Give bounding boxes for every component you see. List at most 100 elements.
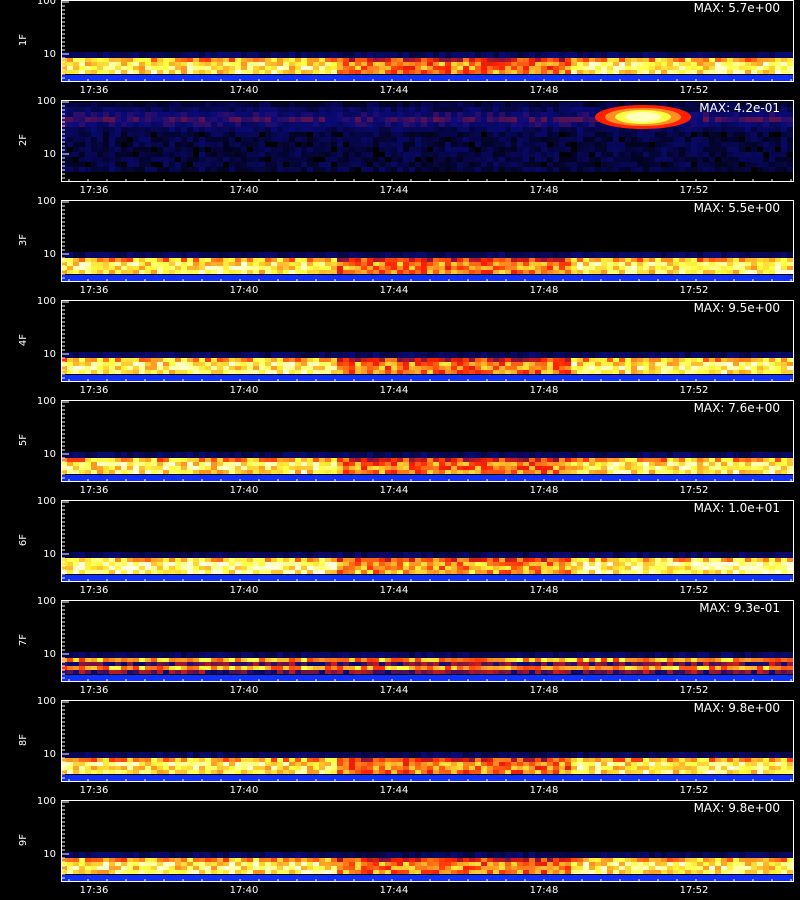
heat-cell	[493, 167, 499, 172]
heat-cell	[751, 58, 757, 62]
heat-cell	[559, 62, 565, 66]
heat-cell	[541, 466, 547, 470]
heat-cell	[649, 66, 655, 70]
heat-cell	[427, 266, 433, 270]
heat-cell	[607, 142, 613, 147]
heat-cell	[655, 358, 661, 362]
heat-cell	[169, 358, 175, 362]
heat-cell	[295, 258, 301, 262]
heat-cell	[433, 70, 439, 74]
heat-cell	[631, 58, 637, 62]
heat-cell	[427, 137, 433, 142]
heat-cell	[151, 137, 157, 142]
heat-cell	[499, 366, 505, 370]
heat-cell	[235, 566, 241, 570]
heat-cell	[139, 452, 145, 458]
heat-cell	[223, 62, 229, 66]
heat-cell	[601, 458, 607, 462]
heat-cell	[469, 132, 475, 137]
heat-cell	[415, 570, 421, 574]
heat-cell	[649, 70, 655, 74]
heat-cell	[697, 262, 703, 266]
heat-cell	[127, 117, 133, 122]
heat-cell	[103, 66, 109, 70]
heat-cell	[553, 127, 559, 132]
heat-cell	[313, 162, 319, 167]
heat-cell	[793, 452, 794, 458]
heat-cell	[223, 466, 229, 470]
heat-cell	[253, 452, 259, 458]
heat-cell	[499, 102, 505, 107]
heat-cell	[271, 112, 277, 117]
heat-cell	[241, 70, 247, 74]
heat-cell	[757, 452, 763, 458]
heat-cell	[253, 102, 259, 107]
heat-cell	[169, 366, 175, 370]
heat-cell	[67, 470, 73, 474]
heat-cell	[529, 62, 535, 66]
heat-cell	[211, 152, 217, 157]
heat-cell	[529, 352, 535, 358]
heat-cell	[439, 66, 445, 70]
heat-cell	[631, 466, 637, 470]
heat-cell	[367, 258, 373, 262]
heat-cell	[91, 462, 97, 466]
heat-cell	[349, 112, 355, 117]
heat-cell	[73, 117, 79, 122]
heat-cell	[109, 266, 115, 270]
heat-cell	[463, 137, 469, 142]
heat-cell	[133, 452, 139, 458]
heat-cell	[475, 462, 481, 466]
heat-cell	[163, 162, 169, 167]
heat-cell	[583, 462, 589, 466]
heat-cell	[727, 466, 733, 470]
heat-cell	[313, 258, 319, 262]
heat-cell	[469, 66, 475, 70]
heat-cell	[589, 52, 595, 58]
heat-cell	[163, 52, 169, 58]
heat-cell	[79, 122, 85, 127]
heat-cell	[721, 552, 727, 558]
heat-cell	[793, 52, 794, 58]
heat-cell	[61, 262, 67, 266]
heat-cell	[391, 570, 397, 574]
heat-cell	[283, 117, 289, 122]
heat-cell	[577, 112, 583, 117]
heat-cell	[451, 52, 457, 58]
heat-cell	[337, 466, 343, 470]
heat-cell	[673, 142, 679, 147]
heat-cell	[319, 167, 325, 172]
heat-cell	[283, 358, 289, 362]
heat-cell	[307, 52, 313, 58]
heat-cell	[631, 362, 637, 366]
heat-cell	[391, 157, 397, 162]
heat-cell	[583, 358, 589, 362]
heat-cell	[643, 132, 649, 137]
heat-cell	[115, 358, 121, 362]
heat-cell	[181, 162, 187, 167]
heat-cell	[283, 142, 289, 147]
heat-cell	[157, 132, 163, 137]
heat-cell	[433, 262, 439, 266]
heat-cell	[655, 266, 661, 270]
heat-cell	[589, 458, 595, 462]
heat-cell	[529, 470, 535, 474]
heat-cell	[373, 102, 379, 107]
heat-cell	[667, 127, 673, 132]
heat-cell	[397, 562, 403, 566]
heat-cell	[217, 362, 223, 366]
heat-cell	[349, 270, 355, 274]
heat-cell	[469, 157, 475, 162]
heat-cell	[385, 62, 391, 66]
heat-cell	[547, 70, 553, 74]
heat-cell	[247, 122, 253, 127]
heat-cell	[211, 452, 217, 458]
heat-cell	[187, 127, 193, 132]
heat-cell	[163, 132, 169, 137]
heat-cell	[385, 366, 391, 370]
heat-cell	[559, 66, 565, 70]
heat-cell	[583, 147, 589, 152]
heat-cell	[583, 266, 589, 270]
heat-cell	[349, 252, 355, 258]
heat-cell	[271, 370, 277, 374]
